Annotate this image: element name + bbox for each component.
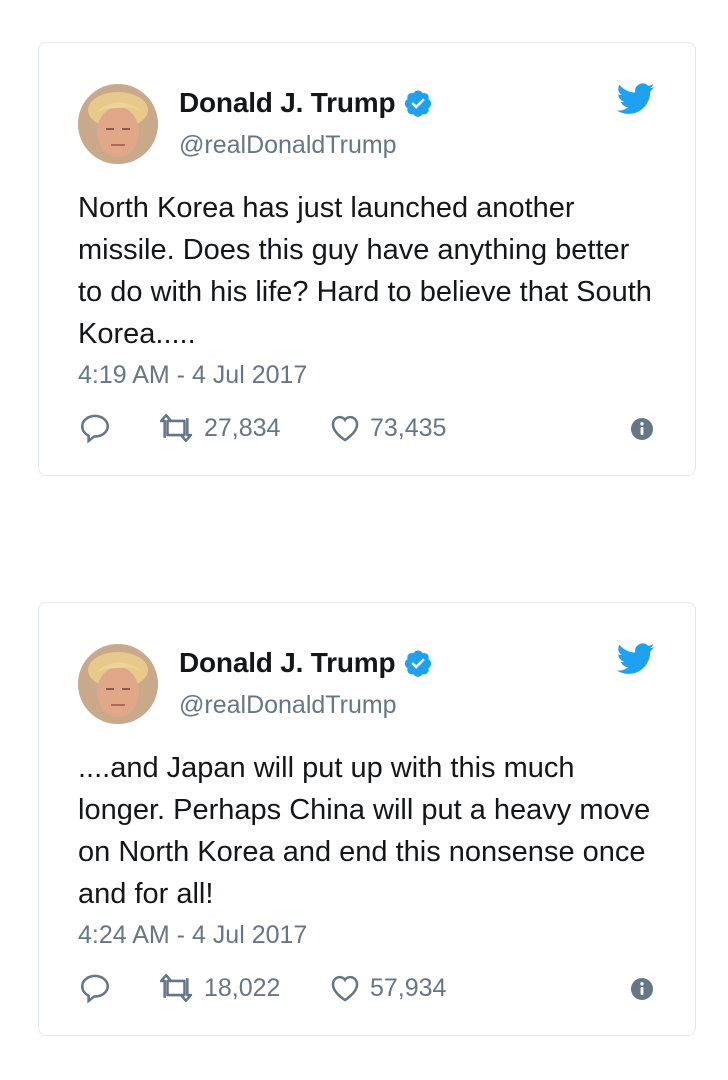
- avatar[interactable]: [78, 644, 158, 724]
- reply-icon: [80, 974, 110, 1004]
- retweet-count: 27,834: [204, 413, 281, 442]
- retweet-count: 18,022: [204, 973, 281, 1002]
- verified-badge-icon: [405, 650, 432, 677]
- handle[interactable]: @realDonaldTrump: [179, 691, 397, 720]
- like-button[interactable]: 73,435: [328, 411, 446, 445]
- tweet-actions: 18,022 57,934: [78, 971, 658, 1011]
- tweet-text: North Korea has just launched another mi…: [78, 192, 652, 350]
- reply-button[interactable]: [78, 411, 112, 445]
- display-name[interactable]: Donald J. Trump: [179, 87, 396, 119]
- like-icon: [331, 415, 359, 442]
- timestamp-link[interactable]: 4:19 AM - 4 Jul 2017: [78, 361, 307, 390]
- tweet-actions: 27,834 73,435: [78, 411, 658, 451]
- timestamp-link[interactable]: 4:24 AM - 4 Jul 2017: [78, 921, 307, 950]
- twitter-bird-icon[interactable]: [617, 83, 655, 115]
- like-count: 57,934: [370, 973, 447, 1002]
- retweet-button[interactable]: 18,022: [156, 971, 280, 1005]
- retweet-button[interactable]: 27,834: [156, 411, 280, 445]
- handle[interactable]: @realDonaldTrump: [179, 131, 397, 160]
- retweet-icon: [159, 973, 193, 1003]
- reply-button[interactable]: [78, 971, 112, 1005]
- info-icon[interactable]: [630, 417, 654, 441]
- tweet-card[interactable]: Donald J. Trump @realDonaldTrump ....and…: [38, 602, 696, 1036]
- like-count: 73,435: [370, 413, 447, 442]
- like-icon: [331, 975, 359, 1002]
- retweet-icon: [159, 413, 193, 443]
- verified-badge-icon: [405, 90, 432, 117]
- reply-icon: [80, 414, 110, 444]
- tweet-card[interactable]: Donald J. Trump @realDonaldTrump North K…: [38, 42, 696, 476]
- avatar[interactable]: [78, 84, 158, 164]
- tweet-text: ....and Japan will put up with this much…: [78, 752, 651, 910]
- display-name[interactable]: Donald J. Trump: [179, 647, 396, 679]
- info-icon[interactable]: [630, 977, 654, 1001]
- like-button[interactable]: 57,934: [328, 971, 446, 1005]
- twitter-bird-icon[interactable]: [617, 643, 655, 675]
